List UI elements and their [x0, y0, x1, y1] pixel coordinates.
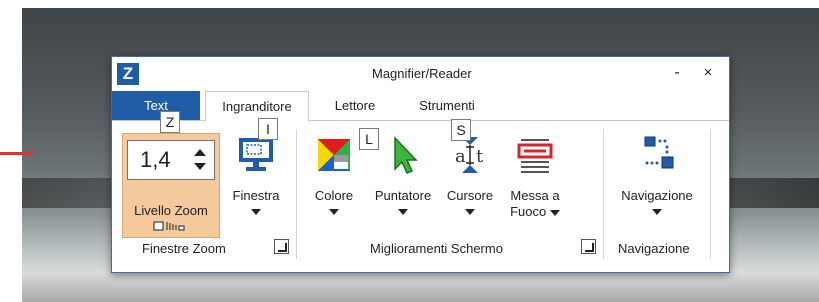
tab-ingranditore[interactable]: Ingranditore: [205, 91, 309, 122]
monitor-window-icon: [239, 138, 273, 171]
window-title: Magnifier/Reader: [372, 66, 472, 81]
title-bar[interactable]: Z Magnifier/Reader - ×: [112, 57, 729, 91]
keytip-i: I: [258, 118, 278, 140]
zoom-level-label: Livello Zoom: [134, 203, 208, 218]
close-button[interactable]: ×: [695, 61, 721, 85]
colore-label: Colore: [314, 188, 354, 203]
app-logo-icon: Z: [117, 63, 139, 85]
tab-text[interactable]: Text: [112, 91, 200, 121]
group-label-miglioramenti: Miglioramenti Schermo: [370, 241, 503, 256]
colore-dropdown-icon: [329, 209, 339, 215]
ribbon-tab-bar: Text Ingranditore Lettore Strumenti: [112, 91, 729, 122]
tab-lettore[interactable]: Lettore: [322, 91, 388, 121]
messa-a-fuoco-button[interactable]: Messa a Fuoco: [502, 135, 568, 219]
svg-text:a: a: [455, 146, 466, 167]
text-cursor-icon: a t: [455, 137, 484, 173]
cursore-dropdown-icon: [465, 209, 475, 215]
cursore-label: Cursore: [446, 188, 494, 203]
spin-up-icon[interactable]: [194, 149, 206, 156]
keytip-z: Z: [160, 111, 180, 133]
finestra-label: Finestra: [232, 188, 280, 203]
navigazione-dropdown-icon: [652, 209, 662, 215]
finestra-button[interactable]: Finestra: [224, 135, 288, 215]
pointer-arrow-icon: [394, 136, 418, 174]
zoom-value: 1,4: [140, 147, 171, 172]
miglioramenti-launcher-icon[interactable]: [581, 239, 596, 254]
messa-label-line2: Fuoco: [502, 204, 568, 220]
group-label-navigazione: Navigazione: [618, 241, 690, 256]
group-separator: [296, 129, 297, 259]
red-indicator-line: [0, 152, 33, 155]
navigazione-label: Navigazione: [621, 188, 693, 203]
group-separator: [710, 129, 711, 259]
puntatore-label: Puntatore: [374, 188, 432, 203]
group-label-finestre-zoom: Finestre Zoom: [142, 241, 226, 256]
zoom-level-control[interactable]: 1,4 Livello Zoom: [122, 133, 220, 238]
zoom-size-glyph-icon: [153, 221, 185, 231]
keytip-l: L: [359, 128, 379, 150]
puntatore-dropdown-icon: [398, 209, 408, 215]
cursore-button[interactable]: a t Cursore: [440, 135, 500, 215]
color-squares-icon: [318, 139, 350, 171]
navigation-icon: [644, 136, 674, 169]
group-separator: [603, 129, 604, 259]
svg-text:t: t: [476, 146, 484, 167]
colore-button[interactable]: Colore: [308, 135, 360, 215]
messa-label-line1: Messa a: [510, 188, 560, 203]
finestre-zoom-launcher-icon[interactable]: [274, 239, 289, 254]
messa-dropdown-icon: [549, 209, 560, 216]
magnifier-reader-window: Z Magnifier/Reader - × Text Ingranditore…: [111, 56, 730, 273]
spin-down-icon[interactable]: [194, 163, 206, 170]
zoom-spinbox[interactable]: 1,4: [127, 140, 215, 180]
finestra-dropdown-icon: [251, 209, 261, 215]
keytip-s: S: [451, 119, 471, 141]
messa-a-fuoco-label: Messa a Fuoco: [502, 188, 568, 220]
minimize-button[interactable]: -: [664, 61, 690, 85]
navigazione-button[interactable]: Navigazione: [612, 135, 702, 215]
focus-lines-icon: [517, 139, 553, 173]
tab-strumenti[interactable]: Strumenti: [403, 91, 491, 121]
messa-label-fuoco: Fuoco: [510, 204, 547, 219]
ribbon-panel: 1,4 Livello Zoom Finestra Finestre Zoom …: [112, 121, 729, 272]
